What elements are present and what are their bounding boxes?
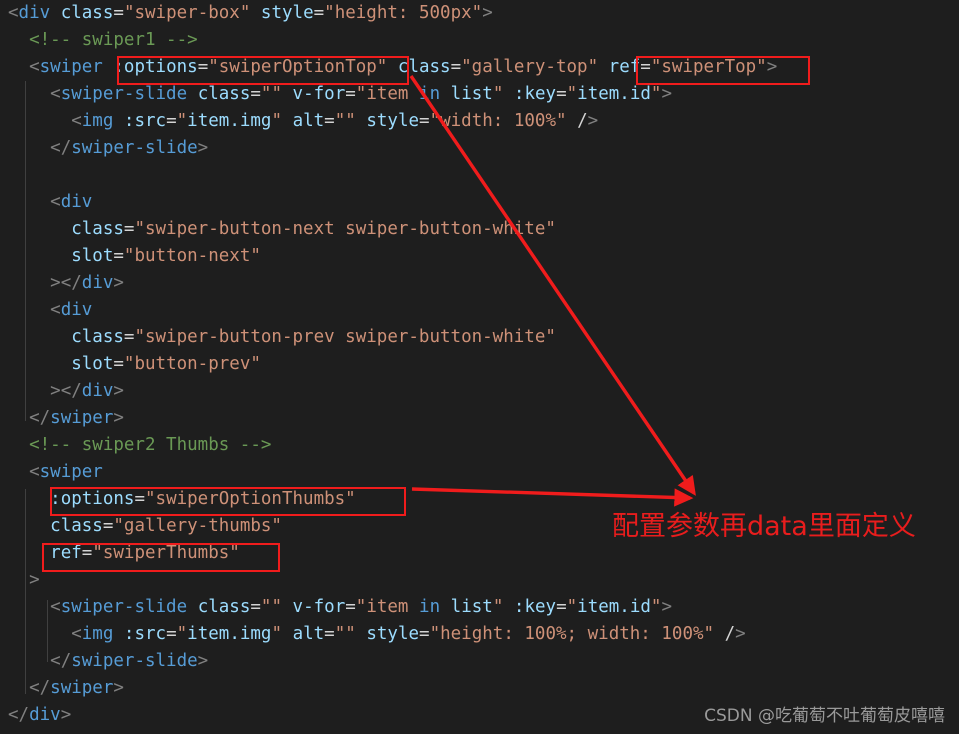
code-line: <swiper-slide class="" v-for="item in li… bbox=[50, 84, 673, 104]
code-screenshot: <div class="swiper-box" style="height: 5… bbox=[0, 0, 959, 734]
code-line: ></div> bbox=[50, 273, 124, 293]
code-line: <swiper :options="swiperOptionTop" class… bbox=[29, 57, 778, 77]
code-line: <div class="swiper-box" style="height: 5… bbox=[8, 3, 493, 23]
code-line: <!-- swiper1 --> bbox=[29, 30, 198, 50]
code-line: </swiper-slide> bbox=[50, 138, 209, 158]
code-line: <img :src="item.img" alt="" style="heigh… bbox=[71, 624, 746, 644]
code-line: <div bbox=[50, 300, 93, 320]
code-line: </swiper> bbox=[29, 678, 124, 698]
code-line: <swiper bbox=[29, 462, 103, 482]
code-line: class="swiper-button-next swiper-button-… bbox=[71, 219, 556, 239]
code-line: </swiper> bbox=[29, 408, 124, 428]
code-line: ref="swiperThumbs" bbox=[50, 543, 240, 563]
code-line: <swiper-slide class="" v-for="item in li… bbox=[50, 597, 673, 617]
chinese-annotation-note: 配置参数再data里面定义 bbox=[612, 511, 916, 542]
code-line: ></div> bbox=[50, 381, 124, 401]
code-line: </swiper-slide> bbox=[50, 651, 209, 671]
code-line: :options="swiperOptionThumbs" bbox=[50, 489, 356, 509]
code-line: <div bbox=[50, 192, 93, 212]
code-line: <!-- swiper2 Thumbs --> bbox=[29, 435, 272, 455]
code-line: > bbox=[29, 570, 40, 590]
code-line: class="swiper-button-prev swiper-button-… bbox=[71, 327, 556, 347]
code-block: <div class="swiper-box" style="height: 5… bbox=[0, 0, 959, 734]
code-line: slot="button-prev" bbox=[71, 354, 261, 374]
csdn-watermark: CSDN @吃葡萄不吐葡萄皮嘻嘻 bbox=[704, 706, 945, 726]
code-line: slot="button-next" bbox=[71, 246, 261, 266]
code-line: <img :src="item.img" alt="" style="width… bbox=[71, 111, 599, 131]
